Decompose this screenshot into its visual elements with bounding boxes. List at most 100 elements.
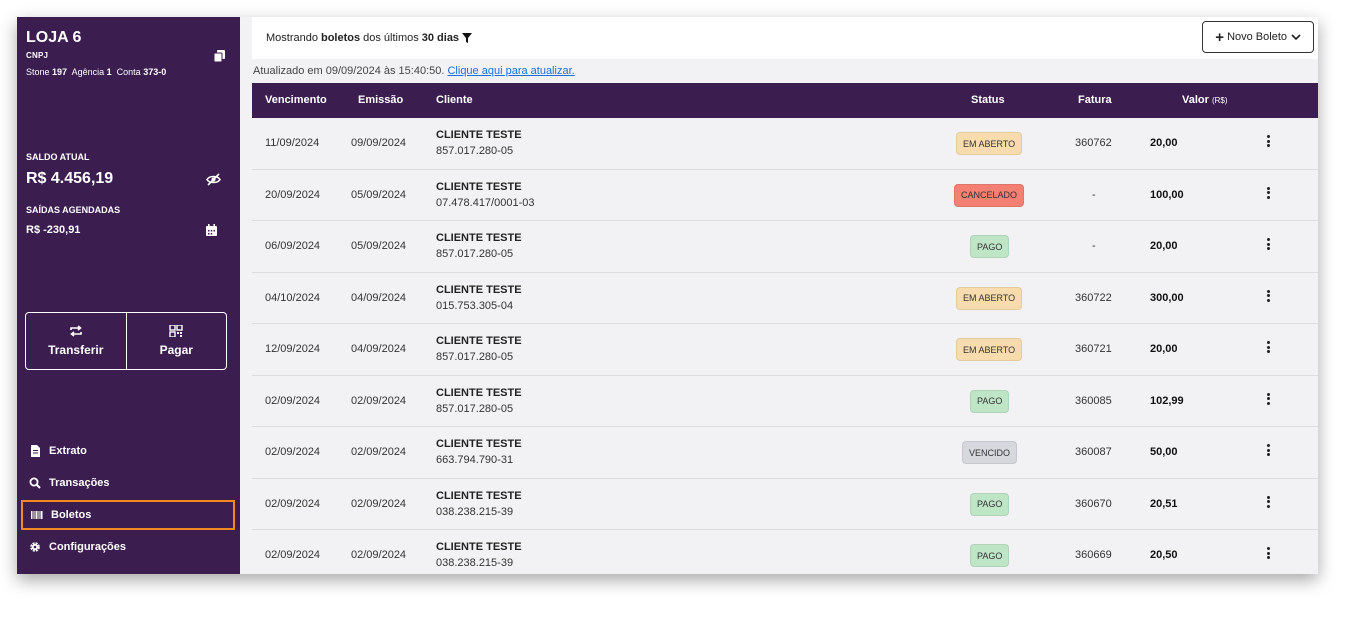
refresh-link[interactable]: Clique aqui para atualizar. xyxy=(447,65,574,77)
invoice-number: 360085 xyxy=(1075,394,1112,407)
column-header-client[interactable]: Cliente xyxy=(436,94,473,106)
sidebar-item-configuracoes[interactable]: Configurações xyxy=(21,532,235,562)
client-name: CLIENTE TESTE xyxy=(436,335,522,347)
document-icon xyxy=(31,445,40,457)
issue-date: 05/09/2024 xyxy=(351,188,407,201)
column-header-issued[interactable]: Emissão xyxy=(358,94,403,106)
sidebar-item-label: Extrato xyxy=(49,445,87,457)
scheduled-value: R$ -230,91 xyxy=(26,224,81,236)
more-options-icon[interactable] xyxy=(1267,495,1271,510)
issue-date: 02/09/2024 xyxy=(351,497,407,510)
table-row[interactable]: 02/09/2024 02/09/2024 CLIENTE TESTE 663.… xyxy=(252,427,1318,479)
sidebar-item-transacoes[interactable]: Transações xyxy=(21,468,235,498)
transfer-icon xyxy=(69,325,82,337)
last-updated: Atualizado em 09/09/2024 às 15:40:50. Cl… xyxy=(253,65,575,77)
table-row[interactable]: 04/10/2024 04/09/2024 CLIENTE TESTE 015.… xyxy=(252,272,1318,324)
sidebar-item-label: Transações xyxy=(49,477,110,489)
boleto-value: 20,50 xyxy=(1150,549,1178,561)
more-options-icon[interactable] xyxy=(1267,392,1271,407)
scheduled-label: SAÍDAS AGENDADAS xyxy=(26,205,121,215)
boleto-value: 20,00 xyxy=(1150,240,1178,252)
boleto-value: 300,00 xyxy=(1150,291,1184,304)
more-options-icon[interactable] xyxy=(1267,135,1271,149)
due-date: 02/09/2024 xyxy=(265,394,321,407)
plus-icon: + xyxy=(1215,28,1225,46)
sidebar-item-label: Boletos xyxy=(51,509,92,521)
copy-icon[interactable] xyxy=(214,50,225,62)
more-options-icon[interactable] xyxy=(1267,341,1271,355)
client-document: 857.017.280-05 xyxy=(436,351,514,363)
boletos-table: Vencimento Emissão Cliente Status Fatura… xyxy=(252,83,1318,574)
eye-off-icon[interactable] xyxy=(206,173,221,186)
more-options-icon[interactable] xyxy=(1267,444,1271,458)
issue-date: 02/09/2024 xyxy=(351,394,407,407)
pay-label: Pagar xyxy=(159,343,193,357)
issue-date: 09/09/2024 xyxy=(351,137,407,149)
new-boleto-button[interactable]: + Novo Boleto xyxy=(1202,21,1314,53)
status-badge: PAGO xyxy=(970,389,1010,413)
balance-label: SALDO ATUAL xyxy=(26,152,90,162)
issue-date: 02/09/2024 xyxy=(351,446,407,458)
status-badge: EM ABERTO xyxy=(956,286,1023,310)
column-header-invoice[interactable]: Fatura xyxy=(1078,94,1112,106)
transfer-button[interactable]: Transferir xyxy=(26,313,126,369)
balance-value: R$ 4.456,19 xyxy=(26,170,114,187)
sidebar-item-boletos[interactable]: Boletos xyxy=(21,500,235,530)
client-document: 857.017.280-05 xyxy=(436,145,514,157)
table-header: Vencimento Emissão Cliente Status Fatura… xyxy=(252,83,1318,118)
due-date: 02/09/2024 xyxy=(265,549,321,561)
sidebar-item-extrato[interactable]: Extrato xyxy=(21,436,235,466)
account-label: Conta xyxy=(116,67,141,77)
account-number: 373-0 xyxy=(143,67,167,77)
table-row[interactable]: 02/09/2024 02/09/2024 CLIENTE TESTE 038.… xyxy=(252,478,1318,530)
client-document: 663.794.790-31 xyxy=(436,454,514,466)
issue-date: 05/09/2024 xyxy=(351,240,407,252)
client-document: 038.238.215-39 xyxy=(436,557,514,569)
transfer-label: Transferir xyxy=(48,343,104,357)
pay-button[interactable]: Pagar xyxy=(125,313,227,369)
client-document: 015.753.305-04 xyxy=(436,299,514,312)
client-name: CLIENTE TESTE xyxy=(436,541,522,553)
filter-icon[interactable] xyxy=(462,33,473,43)
more-options-icon[interactable] xyxy=(1267,186,1271,201)
more-options-icon[interactable] xyxy=(1267,289,1271,304)
table-row[interactable]: 12/09/2024 04/09/2024 CLIENTE TESTE 857.… xyxy=(252,324,1318,376)
account-info: Stone 197 Agência 1 Conta 373-0 xyxy=(26,67,166,77)
table-row[interactable]: 06/09/2024 05/09/2024 CLIENTE TESTE 857.… xyxy=(252,221,1318,273)
client-document: 857.017.280-05 xyxy=(436,248,514,260)
showing-prefix: Mostrando xyxy=(266,32,318,44)
client-document: 857.017.280-05 xyxy=(436,402,514,415)
showing-mid: dos últimos xyxy=(363,32,419,44)
last-updated-text: Atualizado em 09/09/2024 às 15:40:50. xyxy=(253,65,445,77)
column-header-due[interactable]: Vencimento xyxy=(265,94,327,106)
due-date: 04/10/2024 xyxy=(265,291,321,304)
due-date: 02/09/2024 xyxy=(265,497,321,510)
value-header-label: Valor xyxy=(1182,94,1209,106)
issue-date: 02/09/2024 xyxy=(351,549,407,561)
calendar-icon[interactable] xyxy=(206,224,217,236)
client-document: 07.478.417/0001-03 xyxy=(436,196,535,209)
table-row[interactable]: 11/09/2024 09/09/2024 CLIENTE TESTE 857.… xyxy=(252,118,1318,170)
boleto-value: 50,00 xyxy=(1150,446,1178,458)
qr-code-icon xyxy=(169,325,183,337)
client-name: CLIENTE TESTE xyxy=(436,438,522,450)
table-row[interactable]: 02/09/2024 02/09/2024 CLIENTE TESTE 038.… xyxy=(252,530,1318,574)
quick-actions: Transferir Pagar xyxy=(25,312,227,370)
more-options-icon[interactable] xyxy=(1267,238,1271,252)
column-header-status[interactable]: Status xyxy=(971,94,1005,106)
column-header-value[interactable]: Valor (R$) xyxy=(1182,94,1228,106)
cnpj-label: CNPJ xyxy=(26,51,49,60)
invoice-number: 360721 xyxy=(1075,343,1112,355)
boleto-value: 20,51 xyxy=(1150,497,1178,510)
search-icon xyxy=(29,477,41,489)
invoice-number: 360762 xyxy=(1075,137,1112,149)
more-options-icon[interactable] xyxy=(1267,547,1271,561)
due-date: 11/09/2024 xyxy=(265,137,320,149)
due-date: 02/09/2024 xyxy=(265,446,321,458)
client-name: CLIENTE TESTE xyxy=(436,386,522,399)
main-content: Mostrando boletos dos últimos 30 dias + … xyxy=(240,17,1318,574)
showing-period: 30 dias xyxy=(421,32,460,44)
due-date: 20/09/2024 xyxy=(265,188,321,201)
table-row[interactable]: 20/09/2024 05/09/2024 CLIENTE TESTE 07.4… xyxy=(252,169,1318,221)
table-row[interactable]: 02/09/2024 02/09/2024 CLIENTE TESTE 857.… xyxy=(252,375,1318,427)
